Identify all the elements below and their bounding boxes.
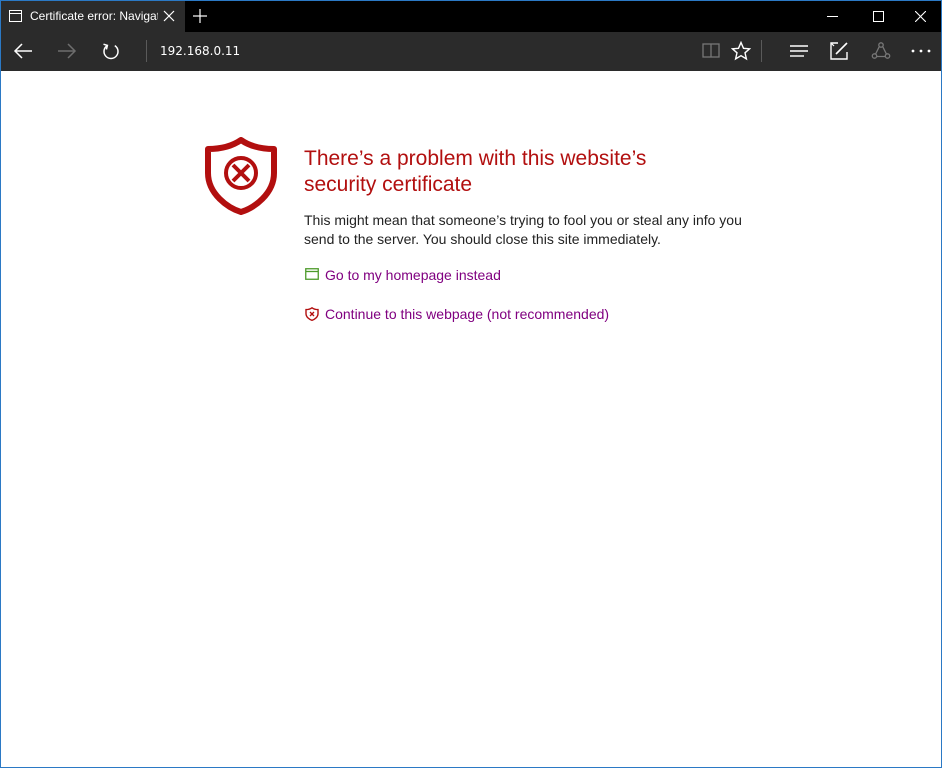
refresh-button[interactable] — [91, 32, 131, 71]
page-title: There’s a problem with this website’s se… — [304, 147, 647, 196]
new-tab-icon[interactable] — [193, 9, 207, 23]
browser-window: Certificate error: Navigation — [0, 0, 942, 768]
shield-warning-icon — [305, 307, 319, 321]
hub-icon — [790, 45, 808, 57]
close-icon — [915, 11, 926, 22]
favorites-button[interactable] — [721, 32, 761, 71]
error-description: This might mean that someone’s trying to… — [304, 212, 742, 247]
close-window-button[interactable] — [897, 1, 941, 32]
forward-arrow-icon — [58, 43, 77, 59]
favorite-star-icon — [731, 41, 751, 61]
shield-error-icon — [205, 137, 277, 215]
homepage-window-icon — [305, 268, 319, 280]
tab-bar: Certificate error: Navigation — [1, 1, 941, 32]
toolbar-separator — [146, 40, 147, 62]
web-note-button[interactable] — [819, 32, 859, 71]
refresh-icon — [103, 43, 119, 60]
tab-page-icon — [9, 10, 22, 22]
navigation-bar: 192.168.0.11 — [1, 32, 941, 71]
minimize-button[interactable] — [809, 1, 855, 32]
back-button[interactable] — [3, 32, 43, 71]
more-icon — [911, 49, 931, 53]
toolbar-separator — [761, 40, 762, 62]
page-content: There’s a problem with this website’s se… — [1, 71, 941, 767]
forward-button[interactable] — [47, 32, 87, 71]
minimize-icon — [827, 16, 838, 17]
share-button[interactable] — [861, 32, 901, 71]
continue-to-webpage-link[interactable]: Continue to this webpage (not recommende… — [304, 304, 634, 324]
web-note-icon — [830, 42, 848, 60]
hub-button[interactable] — [779, 32, 819, 71]
back-arrow-icon — [13, 43, 32, 59]
more-button[interactable] — [901, 32, 941, 71]
reading-view-icon — [702, 43, 720, 58]
maximize-button[interactable] — [855, 1, 901, 32]
continue-to-webpage-label[interactable]: Continue to this webpage (not recommende… — [325, 304, 609, 324]
go-to-homepage-link[interactable]: Go to my homepage instead — [304, 265, 524, 285]
tab-title: Certificate error: Navigation — [30, 9, 158, 23]
maximize-icon — [873, 11, 884, 22]
close-icon[interactable] — [163, 10, 175, 22]
tab-certificate-error[interactable]: Certificate error: Navigation — [1, 1, 185, 32]
address-bar[interactable]: 192.168.0.11 — [160, 44, 240, 58]
go-to-homepage-label[interactable]: Go to my homepage instead — [325, 265, 501, 285]
share-icon — [871, 42, 891, 59]
